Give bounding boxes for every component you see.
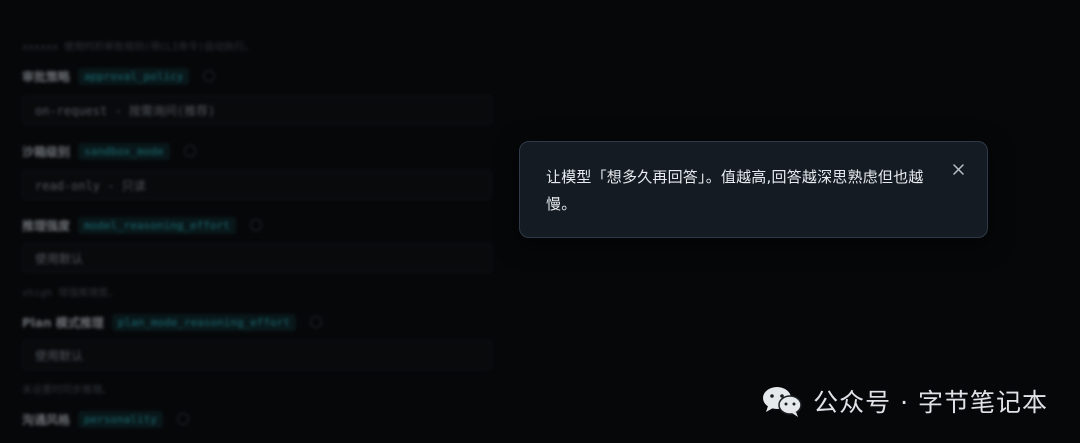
field-key: sandbox_mode: [78, 142, 170, 160]
field-title: 沟通风格: [22, 412, 71, 427]
field-reasoning-effort-label: 推理强度 model_reasoning_effort: [22, 215, 262, 235]
close-icon: [952, 163, 964, 175]
field-key: model_reasoning_effort: [78, 216, 236, 234]
reasoning-effort-tooltip: 让模型「想多久再回答」。值越高,回答越深思熟虑但也越慢。: [519, 141, 988, 238]
form-hint: xxxxxx 使用时的审批规则(将CLI命令)自动执行。: [22, 42, 255, 53]
info-icon[interactable]: [249, 219, 262, 231]
field-personality-label: 沟通风格 personality: [22, 409, 189, 429]
field-title: Plan 模式推理: [22, 315, 104, 330]
field-title: 推理强度: [22, 218, 71, 233]
reasoning-effort-select[interactable]: 使用默认: [22, 243, 492, 273]
plan-reasoning-select[interactable]: 使用默认: [22, 340, 492, 370]
approval-policy-select[interactable]: on-request - 按需询问(推荐): [22, 95, 492, 125]
field-title: 沙箱级别: [22, 144, 71, 159]
info-icon[interactable]: [183, 145, 196, 157]
field-plan-reasoning-label: Plan 模式推理 plan_mode_reasoning_effort: [22, 312, 322, 332]
wechat-icon: [763, 387, 802, 417]
form-hint: xhigh 增强推理度。: [22, 288, 119, 299]
field-key: approval_policy: [78, 67, 190, 85]
tooltip-text: 让模型「想多久再回答」。值越高,回答越深思熟虑但也越慢。: [546, 168, 924, 213]
field-sandbox-mode-label: 沙箱级别 sandbox_mode: [22, 141, 196, 161]
close-button[interactable]: [949, 160, 967, 178]
watermark-text: 公众号 · 字节笔记本: [813, 388, 1048, 417]
form-hint: 未设置时同步推理。: [22, 385, 112, 396]
info-icon[interactable]: [176, 413, 189, 425]
info-icon[interactable]: [309, 316, 322, 328]
field-approval-policy-label: 审批策略 approval_policy: [22, 66, 216, 86]
field-key: personality: [78, 410, 163, 428]
field-title: 审批策略: [22, 69, 71, 84]
field-key: plan_mode_reasoning_effort: [111, 313, 296, 331]
watermark: 公众号 · 字节笔记本: [761, 382, 1048, 420]
info-icon[interactable]: [203, 70, 216, 82]
sandbox-mode-select[interactable]: read-only - 只读: [22, 170, 492, 200]
